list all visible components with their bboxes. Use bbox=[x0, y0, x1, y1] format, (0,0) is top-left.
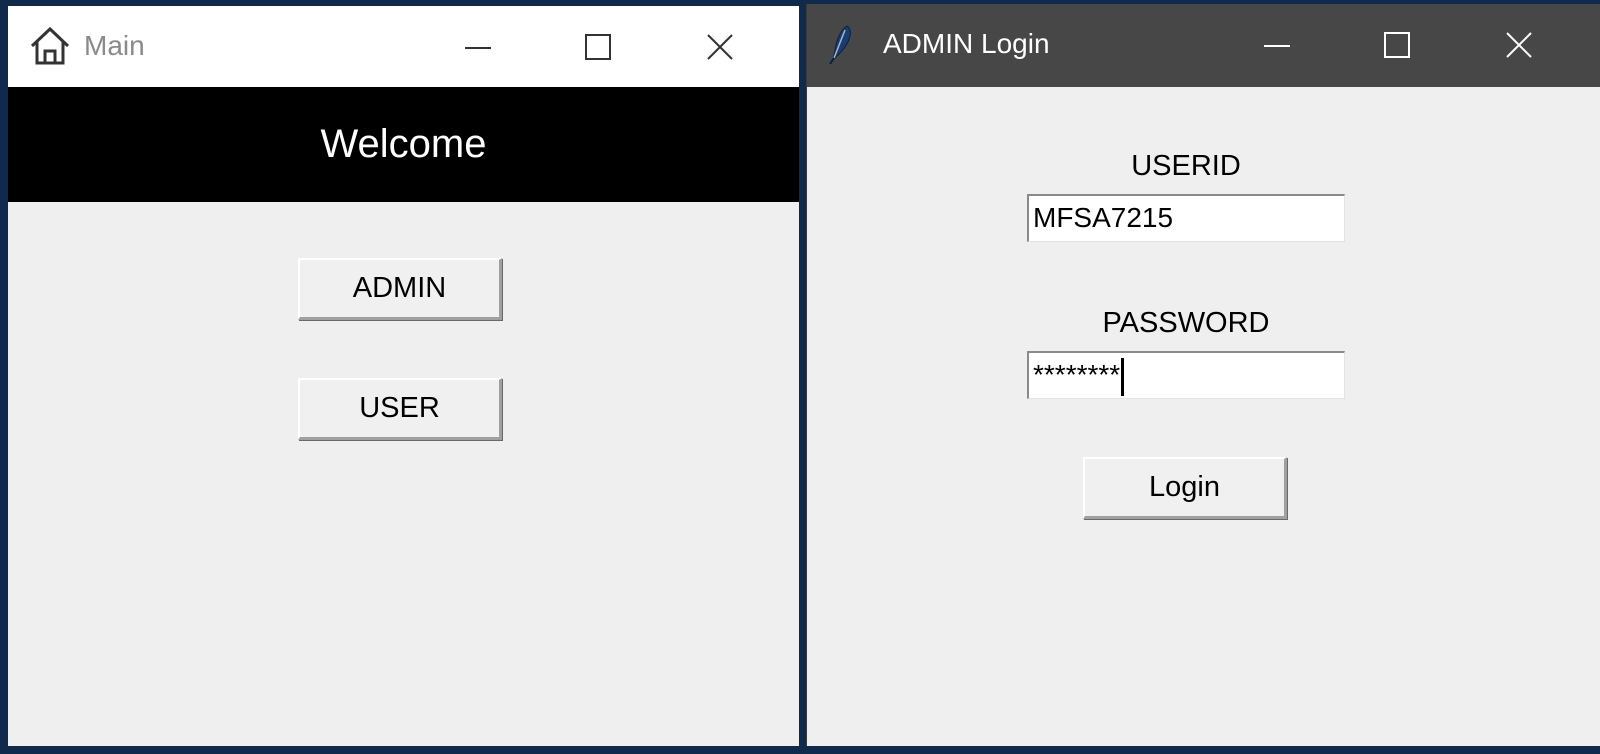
maximize-button[interactable] bbox=[1367, 18, 1427, 74]
welcome-banner: Welcome bbox=[8, 87, 799, 202]
password-label: PASSWORD bbox=[1102, 307, 1270, 339]
feather-icon bbox=[825, 24, 855, 66]
userid-label: USERID bbox=[1131, 150, 1241, 182]
password-value: ******** bbox=[1033, 359, 1121, 390]
main-window: Main Welcome ADMIN USER bbox=[8, 6, 799, 746]
login-titlebar[interactable]: ADMIN Login bbox=[807, 4, 1600, 87]
text-caret bbox=[1121, 357, 1125, 396]
home-icon bbox=[28, 24, 72, 68]
admin-button[interactable]: ADMIN bbox=[298, 258, 502, 320]
close-button[interactable] bbox=[1489, 18, 1549, 74]
userid-field[interactable]: MFSA7215 bbox=[1027, 194, 1345, 242]
window-title: ADMIN Login bbox=[883, 28, 1050, 59]
maximize-button[interactable] bbox=[568, 20, 628, 76]
main-titlebar[interactable]: Main bbox=[8, 6, 799, 87]
login-button[interactable]: Login bbox=[1083, 457, 1287, 519]
password-field[interactable]: ******** bbox=[1027, 351, 1345, 399]
admin-login-window: ADMIN Login USERID MFSA7215 PASSWORD ***… bbox=[806, 4, 1600, 746]
minimize-button[interactable] bbox=[1247, 18, 1307, 74]
close-button[interactable] bbox=[690, 20, 750, 76]
window-title: Main bbox=[84, 30, 145, 61]
user-button[interactable]: USER bbox=[298, 378, 502, 440]
minimize-button[interactable] bbox=[448, 20, 508, 76]
userid-value: MFSA7215 bbox=[1033, 202, 1174, 233]
